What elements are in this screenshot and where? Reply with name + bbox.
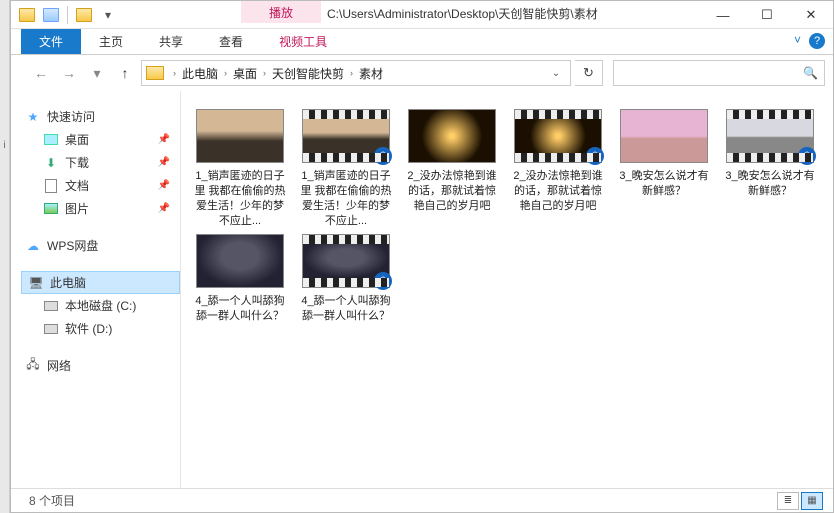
file-label: 4_舔一个人叫舔狗 舔一群人叫什么？ [191, 294, 289, 324]
pin-icon: 📌 [158, 134, 170, 145]
tab-share[interactable]: 共享 [141, 29, 201, 54]
image-thumbnail [620, 109, 708, 163]
nav-back-button[interactable]: ← [29, 61, 53, 85]
tab-view[interactable]: 查看 [201, 29, 261, 54]
tab-video-tools[interactable]: 视频工具 [261, 29, 345, 54]
search-icon: 🔍 [803, 66, 818, 80]
maximize-button[interactable]: ☐ [745, 1, 789, 29]
ribbon-expand-icon[interactable]: ˅ [794, 33, 801, 49]
download-icon: ⬇ [43, 155, 59, 171]
crumb[interactable]: 桌面 [230, 65, 260, 82]
video-badge-icon: ⁂ [798, 147, 816, 165]
video-thumbnail: ⁂ [302, 109, 390, 163]
window-title-path: C:\Users\Administrator\Desktop\天创智能快剪\素材 [327, 5, 598, 22]
nav-history-dropdown[interactable]: ▾ [85, 61, 109, 85]
cloud-icon: ☁ [25, 238, 41, 254]
address-dropdown-icon[interactable]: ⌄ [546, 68, 566, 79]
properties-icon[interactable] [41, 5, 61, 25]
nav-network[interactable]: 🖧网络 [21, 354, 180, 377]
view-thumbnails-button[interactable]: ▦ [801, 492, 823, 510]
address-bar-row: ← → ▾ ↑ › 此电脑› 桌面› 天创智能快剪› 素材 ⌄ ↻ 🔍 [11, 55, 833, 91]
view-details-button[interactable]: ≣ [777, 492, 799, 510]
file-label: 2_没办法惊艳到谁的话，那就试着惊艳自己的岁月吧 [403, 169, 501, 214]
video-thumbnail: ⁂ [514, 109, 602, 163]
desktop-icon [43, 132, 59, 148]
tab-file[interactable]: 文件 [21, 29, 81, 54]
nav-pictures[interactable]: 图片📌 [21, 197, 180, 220]
pc-icon: 🖥 [28, 275, 44, 291]
item-count: 8 个项目 [29, 492, 75, 509]
refresh-button[interactable]: ↻ [575, 60, 603, 86]
file-label: 4_舔一个人叫舔狗 舔一群人叫什么？ [297, 294, 395, 324]
navigation-pane: ★快速访问 桌面📌 ⬇下载📌 文档📌 图片📌 ☁WPS网盘 🖥此电脑 本地磁盘 … [11, 91, 181, 488]
disk-icon [43, 298, 59, 314]
video-thumbnail: ⁂ [302, 234, 390, 288]
pictures-icon [43, 201, 59, 217]
app-icon[interactable] [17, 5, 37, 25]
document-icon [43, 178, 59, 194]
image-thumbnail [408, 109, 496, 163]
file-label: 1_销声匿迹的日子里 我都在偷偷的热爱生活！少年的梦不应止... [297, 169, 395, 228]
pin-icon: 📌 [158, 203, 170, 214]
nav-wps[interactable]: ☁WPS网盘 [21, 234, 180, 257]
nav-disk-c[interactable]: 本地磁盘 (C:) [21, 294, 180, 317]
file-item[interactable]: ⁂ 2_没办法惊艳到谁的话，那就试着惊艳自己的岁月吧 [509, 109, 607, 228]
image-thumbnail [196, 234, 284, 288]
video-thumbnail: ⁂ [726, 109, 814, 163]
contextual-tab-play[interactable]: 播放 [241, 1, 321, 23]
nav-documents[interactable]: 文档📌 [21, 174, 180, 197]
nav-disk-d[interactable]: 软件 (D:) [21, 317, 180, 340]
minimize-button[interactable]: — [701, 1, 745, 29]
file-item[interactable]: 4_舔一个人叫舔狗 舔一群人叫什么？ [191, 234, 289, 324]
disk-icon [43, 321, 59, 337]
tab-home[interactable]: 主页 [81, 29, 141, 54]
image-thumbnail [196, 109, 284, 163]
file-label: 3_晚安怎么说才有新鲜感？ [615, 169, 713, 199]
file-item[interactable]: ⁂ 4_舔一个人叫舔狗 舔一群人叫什么？ [297, 234, 395, 324]
nav-desktop[interactable]: 桌面📌 [21, 128, 180, 151]
quick-access-toolbar: ▾ [11, 5, 124, 25]
status-bar: 8 个项目 ≣ ▦ [11, 488, 833, 512]
help-icon[interactable]: ? [809, 33, 825, 49]
address-field[interactable]: › 此电脑› 桌面› 天创智能快剪› 素材 ⌄ [141, 60, 571, 86]
nav-up-button[interactable]: ↑ [113, 61, 137, 85]
nav-forward-button: → [57, 61, 81, 85]
qat-dropdown-icon[interactable]: ▾ [98, 5, 118, 25]
video-badge-icon: ⁂ [374, 272, 392, 290]
crumb[interactable]: 此电脑 [179, 65, 221, 82]
star-icon: ★ [25, 109, 41, 125]
pin-icon: 📌 [158, 157, 170, 168]
crumb[interactable]: 天创智能快剪 [269, 65, 347, 82]
pin-icon: 📌 [158, 180, 170, 191]
file-item[interactable]: 1_销声匿迹的日子里 我都在偷偷的热爱生活！少年的梦不应止... [191, 109, 289, 228]
address-folder-icon [146, 66, 164, 80]
nav-quick-access[interactable]: ★快速访问 [21, 105, 180, 128]
video-badge-icon: ⁂ [374, 147, 392, 165]
close-button[interactable]: ✕ [789, 1, 833, 29]
file-label: 2_没办法惊艳到谁的话，那就试着惊艳自己的岁月吧 [509, 169, 607, 214]
file-item[interactable]: 3_晚安怎么说才有新鲜感？ [615, 109, 713, 228]
explorer-window: ▾ 播放 C:\Users\Administrator\Desktop\天创智能… [10, 0, 834, 513]
content-pane[interactable]: 1_销声匿迹的日子里 我都在偷偷的热爱生活！少年的梦不应止... ⁂ 1_销声匿迹的… [181, 91, 833, 488]
qat-new-folder-icon[interactable] [74, 5, 94, 25]
nav-downloads[interactable]: ⬇下载📌 [21, 151, 180, 174]
nav-this-pc[interactable]: 🖥此电脑 [21, 271, 180, 294]
ribbon-tabs: 文件 主页 共享 查看 视频工具 ˅ ? [11, 29, 833, 55]
external-strip: i [0, 0, 10, 513]
file-item[interactable]: ⁂ 3_晚安怎么说才有新鲜感？ [721, 109, 819, 228]
crumb[interactable]: 素材 [356, 65, 386, 82]
video-badge-icon: ⁂ [586, 147, 604, 165]
network-icon: 🖧 [25, 358, 41, 374]
title-bar: ▾ 播放 C:\Users\Administrator\Desktop\天创智能… [11, 1, 833, 29]
file-item[interactable]: 2_没办法惊艳到谁的话，那就试着惊艳自己的岁月吧 [403, 109, 501, 228]
file-label: 3_晚安怎么说才有新鲜感？ [721, 169, 819, 199]
search-input[interactable]: 🔍 [613, 60, 825, 86]
file-label: 1_销声匿迹的日子里 我都在偷偷的热爱生活！少年的梦不应止... [191, 169, 289, 228]
file-item[interactable]: ⁂ 1_销声匿迹的日子里 我都在偷偷的热爱生活！少年的梦不应止... [297, 109, 395, 228]
